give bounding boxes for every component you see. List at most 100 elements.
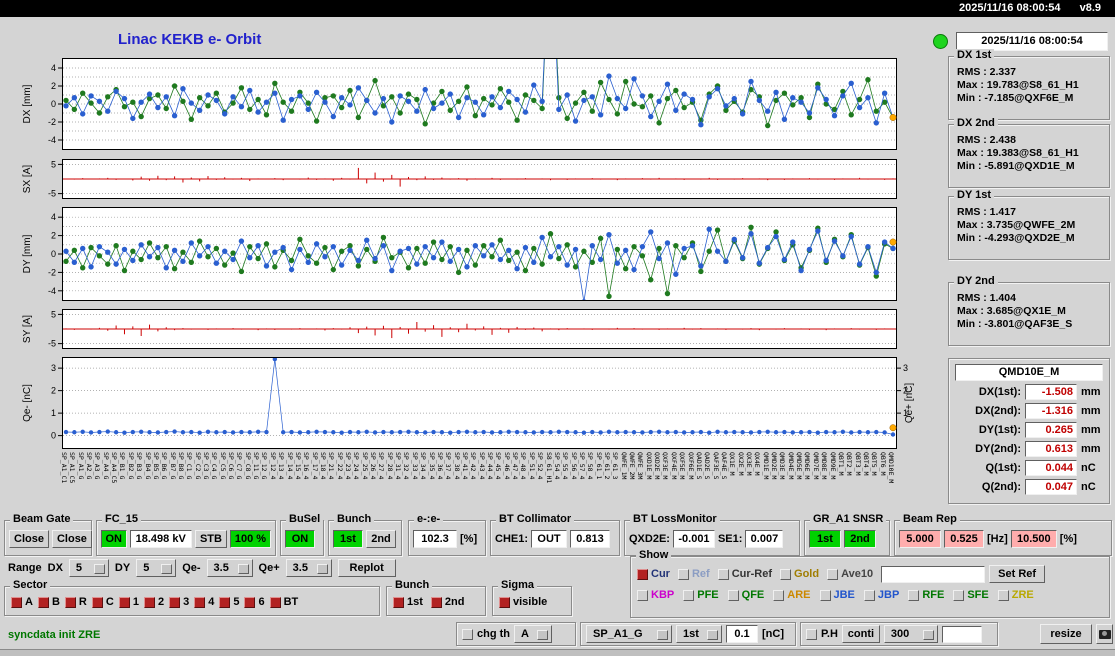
snsr-2nd-indicator: 2nd — [844, 530, 876, 548]
sector-group-item-2[interactable]: 2 — [143, 596, 164, 608]
bpm-label: QX4E_M — [753, 452, 762, 476]
bunchsel-group-item-1st[interactable]: 1st — [393, 596, 423, 608]
monitor-row-dx1: DX(1st): -1.508 mm — [949, 384, 1101, 400]
show-row1-item-cur[interactable]: Cur — [637, 568, 670, 580]
checkbox-indicator — [269, 596, 281, 608]
bunchsel-group-item-2nd[interactable]: 2nd — [430, 596, 464, 608]
checkbox-label: R — [78, 596, 87, 608]
beam-gate-close-button-2[interactable]: Close — [51, 530, 92, 548]
chg-th-row: chg th A — [457, 625, 575, 643]
sigma-group-item-visible[interactable]: visible — [499, 596, 547, 608]
range-qe-plus-select[interactable]: 3.5 — [285, 559, 332, 577]
svg-text:-4: -4 — [48, 286, 56, 296]
checkbox-label: BT — [283, 596, 299, 608]
show-row2-item-sfe[interactable]: SFE — [953, 589, 989, 601]
dy-2nd-min: Min : -3.801@QAF3E_S — [957, 318, 1073, 330]
show-row2-item-jbp[interactable]: JBP — [863, 589, 899, 601]
bpm-label: SP_42_4 — [469, 452, 478, 480]
show-row2-item-jbe[interactable]: JBE — [819, 589, 855, 601]
conti-button[interactable]: conti — [841, 625, 880, 643]
show-row2-item-pfe[interactable]: PFE — [683, 589, 719, 601]
dy-2nd-max: Max : 3.685@QX1E_M — [957, 305, 1066, 317]
che1-status-display: OUT — [531, 530, 568, 548]
dy-1st-rms: RMS : 1.417 — [957, 206, 1016, 218]
threshold-input[interactable]: 0.1 — [726, 625, 758, 643]
sector-group-item-r[interactable]: R — [64, 596, 87, 608]
resize-button[interactable]: resize — [1040, 624, 1092, 644]
interval-select[interactable]: 300 — [883, 625, 938, 643]
bpm-label: S8_61_H1 — [544, 452, 553, 484]
sector-group-item-6[interactable]: 6 — [244, 596, 265, 608]
bpm-label: QMD3E_M — [778, 452, 787, 480]
range-qe-minus-select[interactable]: 3.5 — [206, 559, 253, 577]
bunch-number-select[interactable]: 1st — [676, 625, 722, 643]
sector-group-item-c[interactable]: C — [91, 596, 114, 608]
show-row1-item-cur-ref[interactable]: Cur-Ref — [717, 568, 772, 580]
bunch-select-title: Bunch — [392, 579, 433, 591]
bpm-label: SP_61_2 — [602, 452, 611, 480]
bunch-checkbox-group: 1st 2nd — [387, 596, 485, 608]
bpm-label: SP_B7_G — [168, 452, 177, 480]
monitor-row-value: 0.044 — [1025, 460, 1077, 476]
show-row1-item-ave10[interactable]: Ave10 — [827, 568, 873, 580]
snapshot-camera-button[interactable] — [1096, 624, 1113, 644]
ph-checkbox[interactable] — [806, 628, 817, 640]
checkbox-label: JBE — [833, 589, 855, 601]
checkbox-indicator — [727, 589, 739, 601]
show-row2-item-zre[interactable]: ZRE — [997, 589, 1034, 601]
checkbox-indicator — [863, 589, 875, 601]
show-row2-item-are[interactable]: ARE — [773, 589, 811, 601]
sector-group-item-bt[interactable]: BT — [269, 596, 299, 608]
monitor-row-unit: mm — [1081, 405, 1101, 417]
sector-group-item-b[interactable]: B — [37, 596, 60, 608]
bpm-label: SP_C6_G — [227, 452, 236, 480]
range-dx-select[interactable]: 5 — [68, 559, 109, 577]
show-row1-item-ref[interactable]: Ref — [677, 568, 710, 580]
bpm-label: SP_16_4 — [302, 452, 311, 480]
checkbox-indicator — [819, 589, 831, 601]
sector-group-item-4[interactable]: 4 — [194, 596, 214, 608]
fc15-hv-display: 18.498 kV — [129, 530, 192, 548]
sector-group-item-3[interactable]: 3 — [169, 596, 189, 608]
checkbox-indicator — [717, 568, 729, 580]
sector-group-item-1[interactable]: 1 — [118, 596, 139, 608]
fc15-stb-button[interactable]: STB — [194, 530, 227, 548]
bunch-2nd-button[interactable]: 2nd — [366, 530, 396, 548]
sector-group-item-a[interactable]: A — [11, 596, 33, 608]
monitor-row-value: 0.265 — [1025, 422, 1077, 438]
show-row-2: KBP PFE QFE ARE JBE JBP RFE SFE ZRE — [631, 589, 1109, 601]
interval-input[interactable] — [941, 625, 982, 643]
show-env-checkbox-group: KBP PFE QFE ARE JBE JBP RFE SFE ZRE — [637, 589, 1034, 601]
beam-gate-close-button-1[interactable]: Close — [9, 530, 49, 548]
ref-name-input[interactable] — [881, 565, 986, 583]
che1-label: CHE1: — [495, 533, 529, 545]
bpm-label: QBT6_M — [878, 452, 887, 476]
checkbox-label: C — [105, 596, 114, 608]
range-dy-select[interactable]: 5 — [136, 559, 177, 577]
set-ref-button[interactable]: Set Ref — [989, 565, 1046, 583]
monitor-row-value: -1.316 — [1025, 403, 1077, 419]
svg-text:-5: -5 — [48, 189, 56, 199]
show-row1-item-gold[interactable]: Gold — [780, 568, 819, 580]
chg-th-checkbox[interactable] — [462, 628, 473, 640]
qxd2e-label: QXD2E: — [629, 533, 670, 545]
show-row2-item-kbp[interactable]: KBP — [637, 589, 674, 601]
bpm-label: QWFE_2M — [628, 452, 637, 480]
bpm-label: SP_13_4 — [277, 452, 286, 480]
bpm-label: SP_32_4 — [402, 452, 411, 480]
checkbox-indicator — [683, 589, 695, 601]
checkbox-indicator — [244, 596, 256, 608]
bt-collimator-row: CHE1: OUT 0.813 — [491, 530, 619, 548]
show-row2-item-rfe[interactable]: RFE — [908, 589, 944, 601]
bpm-label: QMD1E_M — [761, 452, 770, 480]
sp-monitor-select[interactable]: SP_A1_G — [586, 625, 672, 643]
dx-2nd-stats-panel: DX 2nd RMS : 2.438 Max : 19.383@S8_61_H1… — [948, 117, 1110, 188]
chg-th-group: chg th A — [456, 622, 576, 646]
monitor-row-label: Q(2nd): — [981, 481, 1021, 493]
sector-group-item-5[interactable]: 5 — [219, 596, 239, 608]
checkbox-label: 5 — [233, 596, 240, 608]
replot-button[interactable]: Replot — [337, 559, 396, 577]
show-row2-item-qfe[interactable]: QFE — [727, 589, 764, 601]
bpm-label: QMD10E_M — [887, 452, 895, 484]
threshold-mode-select[interactable]: A — [514, 625, 552, 643]
